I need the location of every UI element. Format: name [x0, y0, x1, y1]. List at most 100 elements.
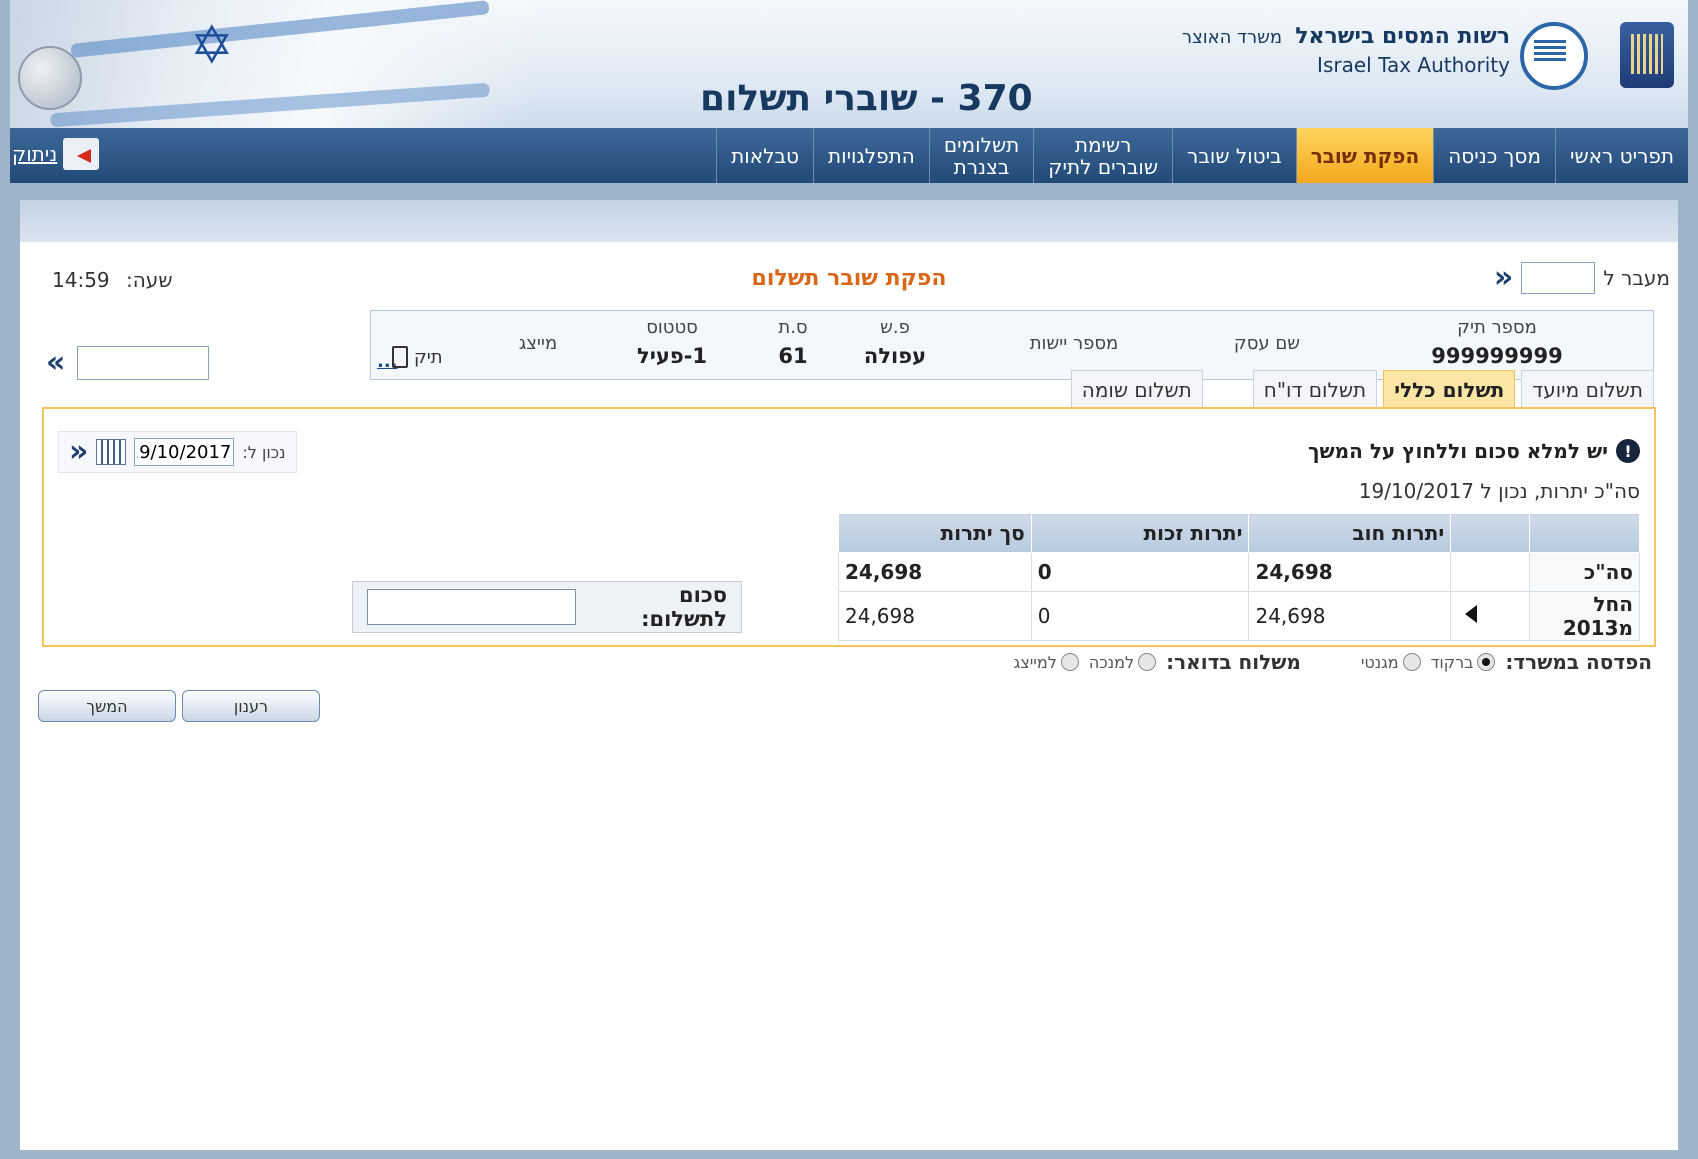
- nav-item-cancel-voucher[interactable]: ביטול שובר: [1172, 128, 1296, 183]
- payment-tabs: תשלום מיועד תשלום כללי תשלום דו"ח תשלום …: [1070, 370, 1654, 408]
- status-value: 1-פעיל: [636, 344, 708, 368]
- form-title: הפקת שובר תשלום: [751, 266, 947, 291]
- delivery-options: הפדסה במשרד: ברקוד מגנטי משלוח בדואר: למ…: [1014, 650, 1652, 674]
- nav-item-entry-screen[interactable]: מסך כניסה: [1433, 128, 1555, 183]
- expand-row-toggle[interactable]: [1450, 591, 1530, 641]
- file-lookup: «: [46, 346, 210, 380]
- nav-item-tables[interactable]: טבלאות: [716, 128, 813, 183]
- payment-amount-label: סכום לתשלום:: [641, 583, 727, 631]
- logout-icon[interactable]: [63, 138, 100, 170]
- file-lookup-label: תיק: [392, 346, 443, 368]
- org-name-en: Israel Tax Authority: [1317, 53, 1510, 77]
- business-name-label: שם עסק: [1233, 333, 1301, 354]
- action-buttons: המשך רענון: [38, 690, 320, 722]
- tab-assessment-payment[interactable]: תשלום שומה: [1070, 370, 1203, 408]
- radio-assessee[interactable]: [1138, 653, 1157, 671]
- col-header-debit: יתרות חוב: [1248, 513, 1452, 553]
- page-title: 370 - שוברי תשלום: [700, 78, 1033, 119]
- document-icon: [392, 346, 408, 368]
- state-emblem-icon: [1620, 22, 1674, 88]
- radio-barcode[interactable]: [1477, 653, 1496, 671]
- radio-representative[interactable]: [1060, 653, 1079, 671]
- as-of-label: נכון ל:: [242, 442, 286, 462]
- mail-representative-option[interactable]: למייצג: [1014, 653, 1079, 672]
- general-payment-panel: ! יש למלא סכום וללחוץ על המשך סה"כ יתרות…: [42, 407, 1656, 647]
- mail-assessee-option[interactable]: למנכה: [1088, 652, 1157, 672]
- settlement-number-label: מספר יישות: [1029, 333, 1119, 354]
- warning-message: ! יש למלא סכום וללחוץ על המשך: [1308, 439, 1640, 463]
- tax-authority-logo: [1520, 22, 1588, 90]
- print-option-label: הפדסה במשרד:: [1505, 650, 1652, 674]
- file-number-label: מספר תיק: [1457, 317, 1537, 338]
- time-label: שעה:: [126, 268, 173, 292]
- nav-item-voucher-list[interactable]: רשימת שוברים לתיק: [1033, 128, 1172, 183]
- ministry-name: משרד האוצר: [1181, 27, 1283, 48]
- time-value: 14:59: [52, 268, 110, 292]
- header-banner: ✡ 370 - שוברי תשלום רשות המסים בישראל מש…: [10, 0, 1688, 128]
- ot-label: ס.ת: [778, 317, 808, 338]
- row-credit: 0: [1030, 591, 1250, 641]
- nav-items: תפריט ראשי מסך כניסה הפקת שובר ביטול שוב…: [716, 128, 1688, 183]
- balances-table: יתרות חוב יתרות זכות סך יתרות סה"כ 24,69…: [838, 513, 1641, 641]
- warning-text: יש למלא סכום וללחוץ על המשך: [1307, 439, 1608, 463]
- table-header-row: יתרות חוב יתרות זכות סך יתרות: [838, 513, 1641, 553]
- assessee-label: למנכה: [1088, 652, 1135, 672]
- logout-link[interactable]: ניתוק: [12, 138, 100, 170]
- alert-icon: !: [1616, 439, 1640, 463]
- assessing-office: פ.ש עפולה: [855, 317, 935, 368]
- nav-item-pipeline-payments[interactable]: תשלומים בצנרת: [928, 128, 1033, 183]
- as-of-arrow-icon[interactable]: «: [69, 437, 88, 467]
- row-total: 24,698: [838, 552, 1032, 592]
- tab-report-payment[interactable]: תשלום דו"ח: [1252, 370, 1378, 408]
- representative-label: למייצג: [1013, 652, 1057, 672]
- star-of-david-icon: ✡: [190, 16, 234, 76]
- col-header-expand: [1450, 513, 1530, 553]
- file-lookup-arrow-icon[interactable]: «: [46, 348, 65, 378]
- continue-button[interactable]: המשך: [38, 690, 176, 722]
- tab-designated-payment[interactable]: תשלום מיועד: [1521, 370, 1654, 408]
- logout-label[interactable]: ניתוק: [12, 142, 57, 166]
- print-magnetic-option[interactable]: מגנטי: [1361, 653, 1421, 672]
- nav-item-issue-voucher[interactable]: הפקת שובר: [1295, 128, 1434, 183]
- settlement-number: מספר יישות: [1009, 317, 1139, 354]
- print-barcode-option[interactable]: ברקוד: [1431, 653, 1496, 672]
- table-row: החל מ2013 24,698 0 24,698: [838, 591, 1641, 641]
- calendar-icon[interactable]: [96, 439, 127, 465]
- ps-label: פ.ש: [880, 317, 910, 338]
- magnetic-label: מגנטי: [1360, 652, 1399, 672]
- rep-label: מייצג: [518, 333, 558, 354]
- refresh-button[interactable]: רענון: [182, 690, 320, 722]
- row-total: 24,698: [838, 591, 1032, 641]
- sub-file: ס.ת 61: [763, 317, 823, 368]
- balances-grid: יתרות חוב יתרות זכות סך יתרות סה"כ 24,69…: [838, 513, 1641, 641]
- balance-summary: סה"כ יתרות, נכון ל 19/10/2017: [1358, 479, 1640, 503]
- org-name-he: רשות המסים בישראל: [1295, 24, 1510, 49]
- as-of-date-input[interactable]: [134, 438, 235, 466]
- row-label: החל מ2013: [1528, 591, 1641, 641]
- brand: רשות המסים בישראל משרד האוצר Israel Tax …: [1182, 24, 1510, 77]
- content-area: מעבר ל « הפקת שובר תשלום שעה: 14:59 מספר…: [20, 242, 1678, 1150]
- file-number: מספר תיק 999999999: [1427, 317, 1567, 368]
- main-nav: תפריט ראשי מסך כניסה הפקת שובר ביטול שוב…: [10, 128, 1688, 183]
- col-header-period: [1528, 513, 1641, 553]
- business-name: שם עסק: [1207, 317, 1327, 354]
- payment-amount-box: סכום לתשלום:: [352, 581, 742, 633]
- expand-arrow-icon[interactable]: [1465, 605, 1478, 623]
- ot-value: 61: [778, 344, 808, 368]
- file-lookup-input[interactable]: [77, 346, 210, 380]
- mail-option-label: משלוח בדואר:: [1166, 650, 1301, 674]
- row-debit: 24,698: [1248, 552, 1452, 592]
- tab-general-payment[interactable]: תשלום כללי: [1383, 370, 1516, 408]
- tik-label: תיק: [414, 346, 443, 368]
- status-label: סטטוס: [646, 317, 698, 338]
- nav-item-main-menu[interactable]: תפריט ראשי: [1554, 128, 1688, 183]
- nav-item-distributions[interactable]: התפלגויות: [812, 128, 929, 183]
- row-expand: [1450, 552, 1530, 592]
- col-header-total: סך יתרות: [838, 513, 1032, 553]
- row-debit: 24,698: [1248, 591, 1452, 641]
- file-number-value: 999999999: [1431, 344, 1563, 368]
- as-of-date: נכון ל: «: [58, 431, 297, 473]
- row-label: סה"כ: [1528, 552, 1641, 592]
- radio-magnetic[interactable]: [1402, 653, 1421, 671]
- payment-amount-input[interactable]: [367, 589, 577, 625]
